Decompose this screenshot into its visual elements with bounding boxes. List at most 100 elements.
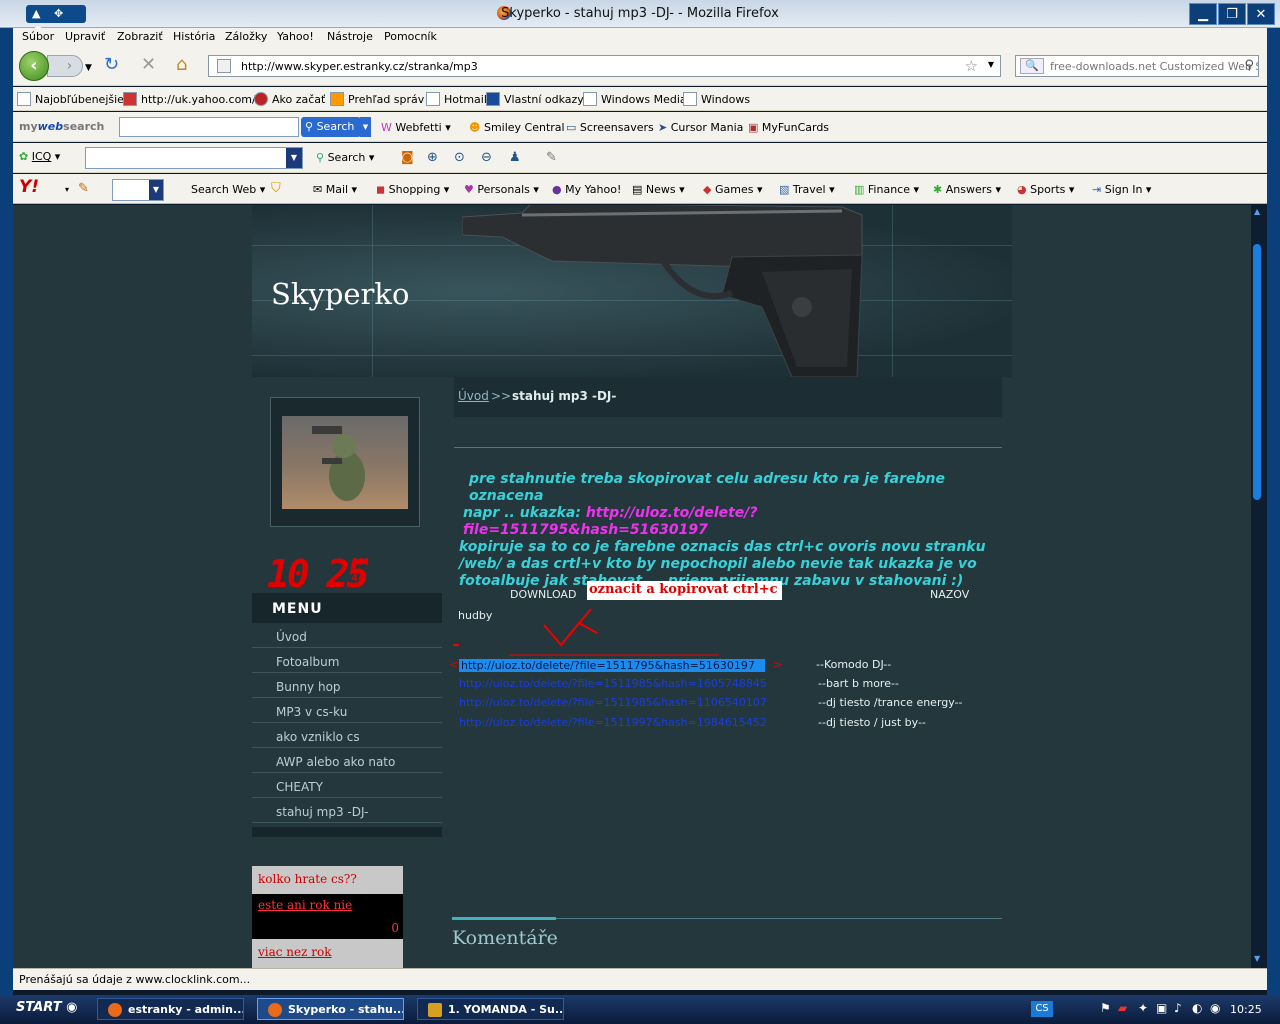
smiley-central-button[interactable]: ☻ Smiley Central xyxy=(469,121,565,134)
sidebar-item-uvod[interactable]: Úvod xyxy=(252,623,442,648)
icq-menu[interactable]: ✿ ICQ ▾ xyxy=(19,150,60,163)
network-tray-icon[interactable]: ▣ xyxy=(1156,1001,1167,1015)
zoom-in-icon[interactable]: ⊕ xyxy=(427,151,438,165)
sidebar-item-fotoalbum[interactable]: Fotoalbum xyxy=(252,648,442,673)
volume-tray-icon[interactable]: ♪ xyxy=(1174,1001,1182,1015)
yahoo-finance-button[interactable]: ▥ Finance ▾ xyxy=(854,183,919,196)
user-icon[interactable]: ♟ xyxy=(509,151,521,165)
poll-answer-2[interactable]: viac nez rok xyxy=(252,939,403,968)
yahoo-personals-button[interactable]: ♥ Personals ▾ xyxy=(464,183,539,196)
sidebar-item-awp[interactable]: AWP alebo ako nato xyxy=(252,748,442,773)
sidebar-photo[interactable] xyxy=(282,416,408,509)
reload-icon[interactable]: ↻ xyxy=(104,56,119,74)
screensavers-button[interactable]: ▭ Screensavers xyxy=(566,121,654,134)
pencil-icon[interactable]: ✎ xyxy=(78,182,89,196)
web-search-input[interactable]: 🔍 free-downloads.net Customized Web Se ⚲ xyxy=(1015,55,1259,77)
sidebar-item-cheaty[interactable]: CHEATY xyxy=(252,773,442,798)
menu-upravit[interactable]: Upraviť xyxy=(65,30,105,43)
sidebar-item-mp3[interactable]: MP3 v cs-ku xyxy=(252,698,442,723)
maximize-button[interactable]: ❐ xyxy=(1218,3,1246,25)
menu-nastroje[interactable]: Nástroje xyxy=(327,30,373,43)
bookmark-item[interactable]: Windows xyxy=(683,92,750,106)
zoom-reset-icon[interactable]: ⊙ xyxy=(454,151,465,165)
eraser-icon[interactable]: ✎ xyxy=(546,151,557,165)
poll-answer-1-label[interactable]: este ani rok nie xyxy=(258,898,352,912)
tray-icon[interactable]: ◉ xyxy=(1210,1001,1220,1015)
sidebar-item-ako-vzniklo[interactable]: ako vzniklo cs xyxy=(252,723,442,748)
forward-button[interactable]: › xyxy=(47,55,83,77)
search-engine-icon[interactable]: 🔍 xyxy=(1020,58,1044,74)
home-icon[interactable]: ⌂ xyxy=(176,56,187,74)
menu-pomocnik[interactable]: Pomocník xyxy=(384,30,437,43)
close-button[interactable]: ✕ xyxy=(1247,3,1275,25)
site-title[interactable]: Skyperko xyxy=(271,277,409,311)
url-dropdown-icon[interactable]: ▼ xyxy=(988,60,994,69)
menu-zalozky[interactable]: Záložky xyxy=(225,30,267,43)
menu-yahoo[interactable]: Yahoo! xyxy=(277,30,314,43)
mywebsearch-input[interactable] xyxy=(119,117,299,137)
yahoo-logo-icon[interactable]: Y! xyxy=(19,179,39,196)
webfetti-button[interactable]: W Webfetti ▾ xyxy=(381,121,451,134)
history-dropdown-icon[interactable]: ▼ xyxy=(85,59,92,77)
tray-icon[interactable]: ⚑ xyxy=(1100,1001,1111,1015)
yahoo-travel-button[interactable]: ▧ Travel ▾ xyxy=(779,183,835,196)
download-link[interactable]: http://uloz.to/delete/?file=1511985&hash… xyxy=(459,696,767,709)
icq-search-button[interactable]: ⚲ Search ▾ xyxy=(316,151,374,164)
poll-answer-1[interactable]: este ani rok nie 0 xyxy=(252,894,403,939)
bookmark-item[interactable]: Windows Media xyxy=(583,92,687,106)
zoom-out-icon[interactable]: ⊖ xyxy=(481,151,492,165)
menu-historia[interactable]: História xyxy=(173,30,215,43)
scroll-down-icon[interactable]: ▼ xyxy=(1254,954,1260,963)
taskbar-item[interactable]: 1. YOMANDA - Su... xyxy=(417,998,564,1020)
yahoo-signin-button[interactable]: ⇥ Sign In ▾ xyxy=(1092,183,1151,196)
start-button[interactable]: START ◉ xyxy=(8,998,78,1020)
ati-tray-icon[interactable]: ▰ xyxy=(1118,1001,1127,1015)
bookmark-item[interactable]: Najobľúbenejšie xyxy=(17,92,124,106)
yahoo-answers-button[interactable]: ✱ Answers ▾ xyxy=(933,183,1001,196)
search-dropdown-icon[interactable]: ▼ xyxy=(360,117,371,137)
cursor-mania-button[interactable]: ➤ Cursor Mania xyxy=(658,121,743,134)
tray-icon[interactable]: ✦ xyxy=(1138,1001,1148,1015)
sidebar-item-bunny-hop[interactable]: Bunny hop xyxy=(252,673,442,698)
stop-icon[interactable]: ✕ xyxy=(141,56,156,74)
yahoo-games-button[interactable]: ◆ Games ▾ xyxy=(703,183,762,196)
sidebar-item-stahuj[interactable]: stahuj mp3 -DJ- xyxy=(252,798,442,823)
my-yahoo-button[interactable]: ● My Yahoo! xyxy=(552,183,621,196)
shield-icon[interactable]: ⛉ xyxy=(271,182,281,196)
language-indicator[interactable]: CS xyxy=(1031,1001,1053,1017)
dropdown-icon[interactable]: ▾ xyxy=(65,183,69,197)
yahoo-shopping-button[interactable]: ◼ Shopping ▾ xyxy=(376,183,449,196)
download-link[interactable]: http://uloz.to/delete/?file=1511997&hash… xyxy=(459,716,767,729)
dropdown-icon[interactable]: ▼ xyxy=(286,148,302,168)
yahoo-news-button[interactable]: ▤ News ▾ xyxy=(632,183,685,196)
myfuncards-button[interactable]: ▣ MyFunCards xyxy=(748,121,829,134)
url-bar[interactable]: http://www.skyper.estranky.cz/stranka/mp… xyxy=(208,55,1001,77)
bookmark-item[interactable]: Hotmail xyxy=(426,92,487,106)
bookmark-item[interactable]: Prehľad správ xyxy=(330,92,424,106)
bookmark-item[interactable]: Ako začať xyxy=(254,92,325,106)
search-icon[interactable]: ⚲ xyxy=(1244,58,1254,73)
dropdown-icon[interactable]: ▼ xyxy=(149,180,163,200)
download-link[interactable]: http://uloz.to/delete/?file=1511795&hash… xyxy=(459,659,765,672)
scroll-up-icon[interactable]: ▲ xyxy=(1254,207,1260,216)
yahoo-search-input[interactable]: ▼ xyxy=(112,179,164,201)
taskbar-item-active[interactable]: Skyperko - stahu... xyxy=(257,998,404,1020)
mywebsearch-search-button[interactable]: ⚲ Search xyxy=(301,117,361,137)
search-web-button[interactable]: Search Web ▾ xyxy=(191,183,265,196)
toolbar-tool-icon[interactable]: ◙ xyxy=(401,151,414,165)
back-button[interactable]: ‹ xyxy=(19,51,49,81)
menu-zobrazit[interactable]: Zobraziť xyxy=(117,30,163,43)
download-link[interactable]: http://uloz.to/delete/?file=1511985&hash… xyxy=(459,677,767,690)
breadcrumb-home-link[interactable]: Úvod xyxy=(458,389,489,403)
taskbar-item[interactable]: estranky - admin... xyxy=(97,998,244,1020)
yahoo-mail-button[interactable]: ✉ Mail ▾ xyxy=(313,183,357,196)
icq-search-input[interactable]: ▼ xyxy=(85,147,303,169)
yahoo-sports-button[interactable]: ◕ Sports ▾ xyxy=(1017,183,1074,196)
minimize-button[interactable]: ▁ xyxy=(1189,3,1217,25)
menu-subor[interactable]: Súbor xyxy=(22,30,54,43)
scrollbar-thumb[interactable] xyxy=(1253,244,1261,500)
taskbar-clock[interactable]: 10:25 xyxy=(1230,1003,1262,1016)
bookmark-item[interactable]: Vlastní odkazy xyxy=(486,92,584,106)
bookmark-star-icon[interactable]: ☆ xyxy=(965,57,978,75)
tray-icon[interactable]: ◐ xyxy=(1192,1001,1202,1015)
